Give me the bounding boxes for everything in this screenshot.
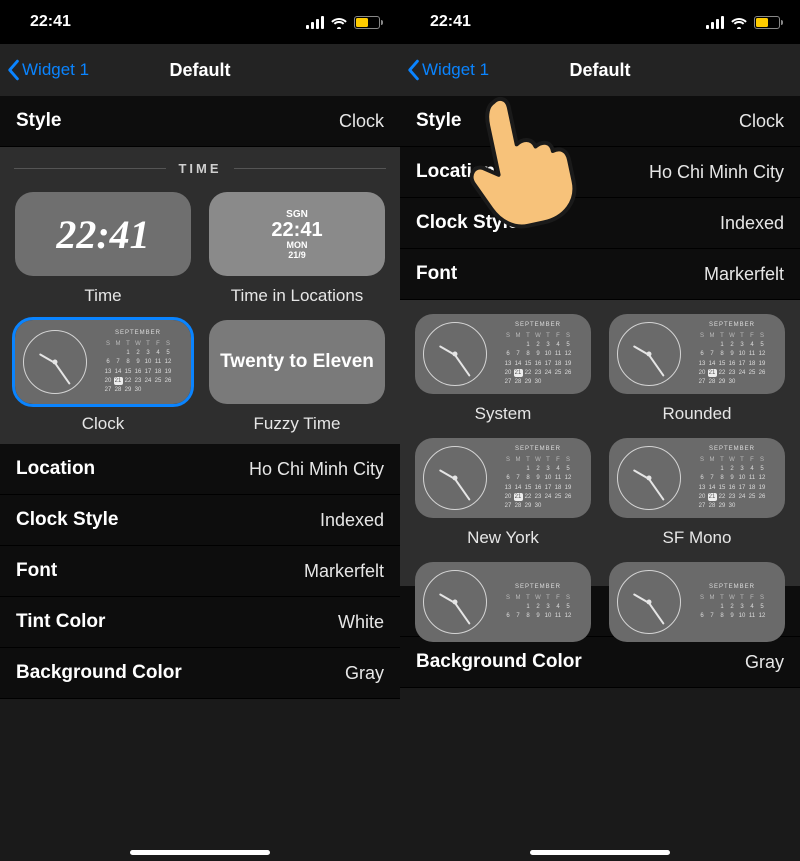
home-indicator[interactable]: [530, 850, 670, 855]
tile-loc-day: MON: [287, 240, 308, 250]
row-background-color[interactable]: Background Color Gray: [400, 637, 800, 688]
mini-calendar: SEPTEMBER SMTWTFS12345678910111213141516…: [493, 445, 583, 511]
chevron-left-icon: [6, 59, 20, 81]
tile-fuzzy-label: Fuzzy Time: [254, 414, 341, 434]
tile-clock-label: Clock: [82, 414, 125, 434]
row-clock-style-value: Indexed: [720, 213, 784, 234]
font-tile-newyork[interactable]: SEPTEMBER SMTWTFS12345678910111213141516…: [415, 438, 591, 518]
font-picker-section: SEPTEMBER SMTWTFS12345678910111213141516…: [400, 300, 800, 586]
font-tile-extra-2[interactable]: SEPTEMBER SMTWTFS123456789101112: [609, 562, 785, 642]
font-tile-system[interactable]: SEPTEMBER SMTWTFS12345678910111213141516…: [415, 314, 591, 394]
tile-fuzzy-text: Twenty to Eleven: [220, 351, 374, 373]
row-clock-style[interactable]: Clock Style Indexed: [0, 495, 400, 546]
row-background-color-key: Background Color: [416, 651, 582, 673]
battery-icon: [754, 16, 780, 29]
tile-loc-date: 21/9: [288, 250, 306, 260]
analog-clock-icon: [617, 570, 681, 634]
font-sfmono-label: SF Mono: [663, 528, 732, 548]
row-background-color[interactable]: Background Color Gray: [0, 648, 400, 699]
tile-time-label: Time: [84, 286, 121, 306]
font-newyork-label: New York: [467, 528, 539, 548]
phone-screen-right: 22:41 Widget 1 Default Style Clock Locat…: [400, 0, 800, 861]
style-tile-fuzzy[interactable]: Twenty to Eleven: [209, 320, 385, 404]
analog-clock-icon: [23, 330, 87, 394]
phone-screen-left: 22:41 Widget 1 Default Style Clock TIME: [0, 0, 400, 861]
row-style[interactable]: Style Clock: [0, 96, 400, 147]
row-style-value: Clock: [739, 111, 784, 132]
row-clock-style-key: Clock Style: [16, 509, 118, 531]
font-tile-extra-1[interactable]: SEPTEMBER SMTWTFS123456789101112: [415, 562, 591, 642]
row-font-value: Markerfelt: [304, 561, 384, 582]
style-tile-time-in-locations[interactable]: SGN 22:41 MON 21/9: [209, 192, 385, 276]
row-tint-color-key: Tint Color: [16, 611, 105, 633]
analog-clock-icon: [617, 446, 681, 510]
row-font[interactable]: Font Markerfelt: [400, 249, 800, 300]
mini-calendar: SEPTEMBER SMTWTFS12345678910111213141516…: [687, 445, 777, 511]
status-time: 22:41: [430, 13, 471, 31]
page-title: Default: [569, 60, 630, 81]
row-background-color-value: Gray: [745, 652, 784, 673]
nav-header: Widget 1 Default: [400, 44, 800, 96]
font-tile-sfmono[interactable]: SEPTEMBER SMTWTFS12345678910111213141516…: [609, 438, 785, 518]
font-tile-rounded[interactable]: SEPTEMBER SMTWTFS12345678910111213141516…: [609, 314, 785, 394]
chevron-left-icon: [406, 59, 420, 81]
row-tint-color-value: White: [338, 612, 384, 633]
back-label: Widget 1: [22, 60, 89, 80]
status-bar: 22:41: [400, 0, 800, 44]
wifi-icon: [330, 16, 348, 29]
row-font-key: Font: [16, 560, 57, 582]
row-location-value: Ho Chi Minh City: [249, 459, 384, 480]
analog-clock-icon: [423, 322, 487, 386]
row-background-color-value: Gray: [345, 663, 384, 684]
mini-calendar: SEPTEMBER SMTWTFS12345678910111213141516…: [687, 321, 777, 387]
status-bar: 22:41: [0, 0, 400, 44]
mini-calendar: SEPTEMBER SMTWTFS123456789101112: [687, 583, 777, 621]
tile-loc-code: SGN: [286, 209, 308, 220]
analog-clock-icon: [423, 570, 487, 634]
row-font-value: Markerfelt: [704, 264, 784, 285]
analog-clock-icon: [423, 446, 487, 510]
row-background-color-key: Background Color: [16, 662, 182, 684]
page-title: Default: [169, 60, 230, 81]
row-clock-style[interactable]: Clock Style Indexed: [400, 198, 800, 249]
cellular-icon: [306, 16, 324, 29]
cellular-icon: [706, 16, 724, 29]
row-location-value: Ho Chi Minh City: [649, 162, 784, 183]
battery-icon: [354, 16, 380, 29]
wifi-icon: [730, 16, 748, 29]
row-font-key: Font: [416, 263, 457, 285]
mini-calendar: SEPTEMBER SMTWTFS12345678910111213141516…: [493, 321, 583, 387]
style-tile-time[interactable]: 22:41: [15, 192, 191, 276]
back-label: Widget 1: [422, 60, 489, 80]
row-style-value: Clock: [339, 111, 384, 132]
mini-calendar: SEPTEMBER SMTWTFS 12345 6789101112 13141…: [93, 329, 183, 395]
style-picker-section: TIME 22:41 Time SGN 22:41 MON 21/9: [0, 147, 400, 444]
tile-time-value: 22:41: [56, 211, 149, 258]
row-style-key: Style: [16, 110, 61, 132]
section-header-label: TIME: [178, 161, 221, 176]
row-clock-style-value: Indexed: [320, 510, 384, 531]
back-button[interactable]: Widget 1: [406, 44, 489, 96]
mini-calendar: SEPTEMBER SMTWTFS123456789101112: [493, 583, 583, 621]
home-indicator[interactable]: [130, 850, 270, 855]
row-location-key: Location: [16, 458, 95, 480]
row-font[interactable]: Font Markerfelt: [0, 546, 400, 597]
font-rounded-label: Rounded: [662, 404, 731, 424]
row-tint-color[interactable]: Tint Color White: [0, 597, 400, 648]
nav-header: Widget 1 Default: [0, 44, 400, 96]
style-tile-clock[interactable]: SEPTEMBER SMTWTFS 12345 6789101112 13141…: [15, 320, 191, 404]
row-location[interactable]: Location Ho Chi Minh City: [0, 444, 400, 495]
tile-loc-time: 22:41: [271, 220, 322, 240]
analog-clock-icon: [617, 322, 681, 386]
tile-loc-label: Time in Locations: [231, 286, 364, 306]
section-header: TIME: [14, 161, 386, 176]
status-time: 22:41: [30, 13, 71, 31]
font-system-label: System: [475, 404, 532, 424]
back-button[interactable]: Widget 1: [6, 44, 89, 96]
